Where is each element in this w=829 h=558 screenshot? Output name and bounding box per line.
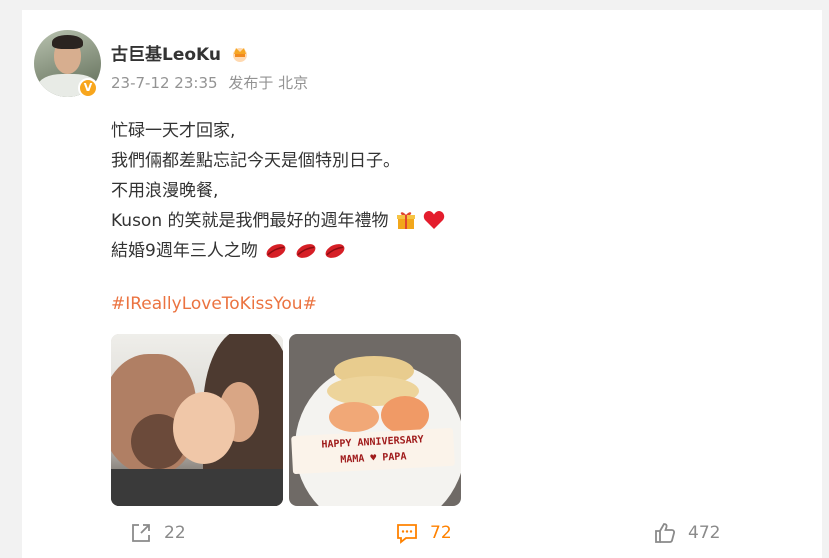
verified-badge-icon: V [78,78,98,98]
post-line: Kuson 的笑就是我們最好的週年禮物 [111,211,389,231]
like-count: 472 [688,523,721,543]
repost-count: 22 [164,523,186,543]
comment-icon [397,524,417,544]
post-line: 我們倆都差點忘記今天是個特別日子。 [111,151,400,171]
comment-button[interactable]: 72 [396,518,452,548]
repost-button[interactable]: 22 [130,518,186,548]
photo-family-kiss[interactable] [111,334,283,506]
post-time[interactable]: 23-7-12 23:35 [111,74,218,92]
post-line-with-emoji: 結婚9週年三人之吻 [111,236,445,266]
post-line: 忙碌一天才回家, [111,121,236,141]
username-text[interactable]: 古巨基LeoKu [111,45,221,65]
like-button[interactable]: 472 [654,518,720,548]
weibo-post-card: V 古巨基LeoKu 23-7-12 23:35 发布于 北京 忙碌一天才回家,… [22,10,822,558]
post-text: 忙碌一天才回家, 我們倆都差點忘記今天是個特別日子。 不用浪漫晚餐, Kuson… [111,116,445,266]
hashtag-link[interactable]: #IReallyLoveToKissYou# [111,294,317,314]
post-line: 結婚9週年三人之吻 [111,241,258,261]
post-line: 不用浪漫晚餐, [111,181,219,201]
gift-icon [396,212,415,229]
heart-icon [424,211,445,229]
comment-count: 72 [430,523,452,543]
action-bar: 22 72 472 [22,518,822,548]
post-meta: 23-7-12 23:35 发布于 北京 [111,72,308,93]
post-location: 发布于 北京 [228,74,309,92]
username[interactable]: 古巨基LeoKu [111,40,250,65]
lips-icon [325,244,345,258]
post-line-with-emoji: Kuson 的笑就是我們最好的週年禮物 [111,206,445,236]
repost-icon [132,524,150,542]
crown-icon [232,48,247,62]
lips-icon [296,244,316,258]
thumbs-up-icon [655,523,676,543]
lips-icon [266,244,286,258]
photo-anniversary-pancakes[interactable]: HAPPY ANNIVERSARY MAMA ♥ PAPA [289,334,461,506]
